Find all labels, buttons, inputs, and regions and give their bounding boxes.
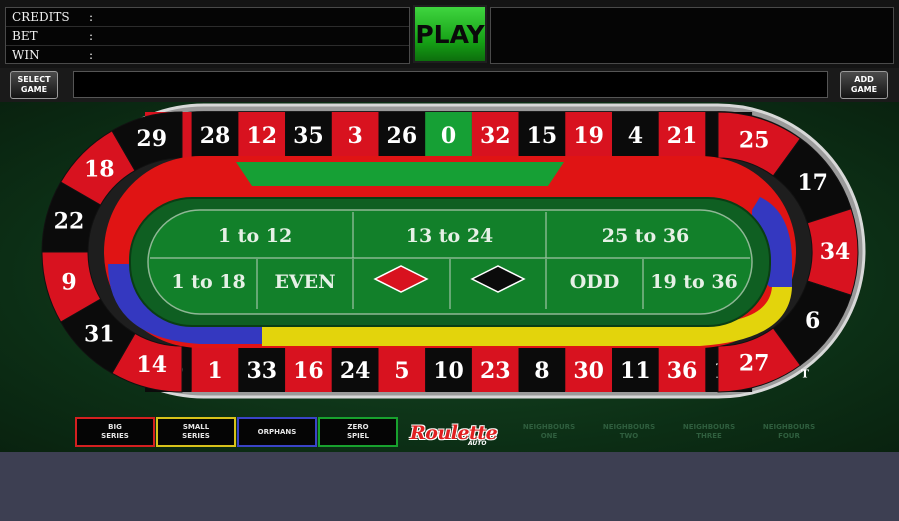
add-game-button[interactable]: ADD GAME: [840, 71, 888, 99]
credits-row: CREDITS :: [6, 8, 409, 27]
number-23-label: 23: [480, 358, 511, 384]
number-27-label: 27: [739, 350, 770, 376]
number-34-label: 34: [820, 239, 851, 265]
number-5-label: 5: [394, 358, 409, 384]
bet-label: BET: [12, 29, 38, 43]
dozen-1-label: 1 to 12: [218, 225, 292, 247]
number-19-label: 19: [573, 123, 604, 149]
number-8-label: 8: [534, 358, 549, 384]
corner-mark: T: [801, 368, 810, 381]
number-9-label: 9: [61, 269, 76, 295]
play-button[interactable]: PLAY: [413, 5, 487, 63]
even-bet-label: EVEN: [274, 271, 335, 293]
footer-strip: [0, 454, 899, 521]
number-10-label: 10: [433, 358, 464, 384]
number-32-label: 32: [480, 123, 511, 149]
number-12-label: 12: [246, 123, 277, 149]
number-0-label: 0: [441, 123, 456, 149]
credits-separator: :: [89, 10, 94, 24]
number-24-label: 24: [340, 358, 371, 384]
win-row: WIN :: [6, 46, 409, 65]
zero-spiel-band: [236, 162, 564, 186]
orphans-button[interactable]: ORPHANS: [237, 417, 317, 447]
small-series-button[interactable]: SMALL SERIES: [156, 417, 236, 447]
number-26-label: 26: [387, 123, 418, 149]
toolbar: SELECT GAME ADD GAME: [0, 68, 899, 102]
number-6-label: 6: [805, 308, 820, 334]
credits-label: CREDITS: [12, 10, 70, 24]
win-label: WIN: [12, 48, 40, 62]
racetrack-table: 7281235326032151942122013316245102383011…: [0, 102, 899, 452]
number-29-label: 29: [136, 126, 167, 152]
number-16-label: 16: [293, 358, 324, 384]
number-31-label: 31: [84, 322, 115, 348]
bet-separator: :: [89, 29, 94, 43]
dozen-2-label: 13 to 24: [406, 225, 494, 247]
number-18-label: 18: [84, 156, 115, 182]
bet-row: BET :: [6, 27, 409, 46]
message-panel: [490, 7, 894, 64]
number-1-label: 1: [207, 358, 222, 384]
top-bar: CREDITS : BET : WIN : PLAY: [0, 0, 899, 68]
low-bet-label: 1 to 18: [171, 271, 245, 293]
number-21-label: 21: [667, 123, 698, 149]
number-30-label: 30: [573, 358, 604, 384]
zero-spiel-button[interactable]: ZERO SPIEL: [318, 417, 398, 447]
number-28-label: 28: [200, 123, 231, 149]
racetrack: 7281235326032151942122013316245102383011…: [41, 103, 866, 399]
number-35-label: 35: [293, 123, 324, 149]
high-bet-label: 19 to 36: [650, 271, 738, 293]
select-game-button[interactable]: SELECT GAME: [10, 71, 58, 99]
status-bar: [73, 71, 828, 98]
neighbours-two-button[interactable]: NEIGHBOURS TWO: [590, 417, 668, 447]
neighbours-three-button[interactable]: NEIGHBOURS THREE: [670, 417, 748, 447]
number-3-label: 3: [347, 123, 362, 149]
neighbours-four-button[interactable]: NEIGHBOURS FOUR: [750, 417, 828, 447]
number-25-label: 25: [739, 128, 770, 154]
big-series-button[interactable]: BIG SERIES: [75, 417, 155, 447]
number-33-label: 33: [246, 358, 277, 384]
neighbours-one-button[interactable]: NEIGHBOURS ONE: [510, 417, 588, 447]
bet-group-bar: BIG SERIES SMALL SERIES ORPHANS ZERO SPI…: [0, 414, 899, 454]
logo-subtitle: AUTO: [468, 440, 487, 447]
odd-bet-label: ODD: [570, 271, 620, 293]
number-11-label: 11: [620, 358, 651, 384]
number-4-label: 4: [628, 123, 643, 149]
number-17-label: 17: [797, 170, 828, 196]
number-36-label: 36: [667, 358, 698, 384]
win-separator: :: [89, 48, 94, 62]
info-panel: CREDITS : BET : WIN :: [5, 7, 410, 64]
dozen-3-label: 25 to 36: [602, 225, 690, 247]
number-14-label: 14: [136, 352, 167, 378]
roulette-auto-logo: Roulette AUTO: [402, 416, 506, 450]
number-22-label: 22: [54, 209, 85, 235]
number-15-label: 15: [527, 123, 558, 149]
